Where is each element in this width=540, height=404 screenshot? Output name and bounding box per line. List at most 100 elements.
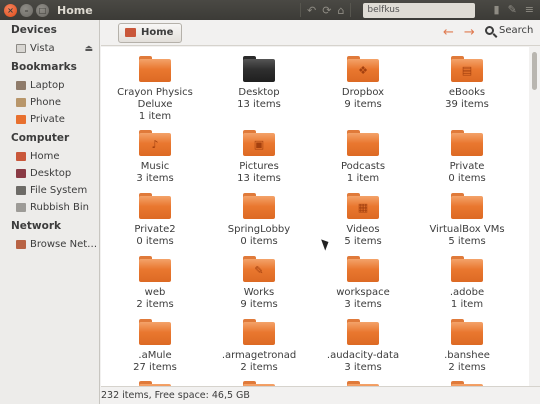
search-label: Search — [499, 25, 534, 36]
back-arrow-icon[interactable]: ← — [443, 25, 454, 40]
folder-name: VirtualBox VMs — [429, 224, 505, 235]
folder-item-count: 13 items — [237, 99, 281, 110]
status-bar: 232 items, Free space: 46,5 GB — [101, 386, 540, 404]
sidebar-item[interactable]: Phone — [0, 94, 99, 111]
home-icon[interactable]: ⌂ — [337, 4, 344, 17]
folder-icon — [139, 193, 171, 219]
folder-item[interactable]: SpringLobby 0 items — [207, 193, 311, 248]
folder-item[interactable]: Crayon Physics Deluxe 1 item — [103, 56, 207, 123]
folder-name: Videos — [346, 224, 380, 235]
folder-icon — [451, 130, 483, 156]
sidebar-item[interactable]: Home — [0, 148, 99, 165]
folder-item[interactable]: ❖ Dropbox 9 items — [311, 56, 415, 111]
folder-item-count: 1 item — [450, 299, 484, 310]
folder-name: .banshee — [444, 350, 490, 361]
sidebar-item[interactable]: Laptop — [0, 77, 99, 94]
folder-item[interactable]: Private 0 items — [415, 130, 519, 185]
folder-item-count: 5 items — [448, 236, 486, 247]
folder-name: Crayon Physics Deluxe — [117, 87, 193, 110]
folder-item[interactable]: .armagetronad 2 items — [207, 319, 311, 374]
sidebar-item[interactable]: Private — [0, 111, 99, 128]
folder-item-count: 0 items — [240, 236, 278, 247]
folder-item[interactable]: workspace 3 items — [311, 256, 415, 311]
folder-name: eBooks — [448, 87, 486, 98]
search-icon — [485, 26, 494, 35]
folder-item-count: 9 items — [344, 99, 382, 110]
folder-icon — [451, 319, 483, 345]
sidebar: Devices Vista ⏏ Bookmarks Laptop Phone Private… — [0, 20, 100, 404]
reload-icon[interactable]: ⟳ — [322, 4, 331, 17]
sidebar-item-label: Desktop — [30, 168, 72, 179]
separator — [300, 3, 301, 17]
sidebar-item[interactable]: File System — [0, 182, 99, 199]
folder-item-count: 3 items — [136, 173, 174, 184]
maximize-button[interactable]: □ — [36, 3, 49, 17]
eject-icon[interactable]: ⏏ — [84, 44, 93, 54]
folder-name: Private — [449, 161, 485, 172]
folder-item[interactable]: Desktop 13 items — [207, 56, 311, 111]
folder-icon — [451, 193, 483, 219]
folder-name: Works — [243, 287, 275, 298]
folder-item-count: 2 items — [448, 362, 486, 373]
filesystem-icon — [16, 186, 26, 195]
folder-item[interactable]: ▣ Pictures 13 items — [207, 130, 311, 185]
folder-item-count: 2 items — [240, 362, 278, 373]
folder-item[interactable]: .banshee 2 items — [415, 319, 519, 374]
folder-icon: ▣ — [243, 130, 275, 156]
folder-item[interactable]: .adobe 1 item — [415, 256, 519, 311]
nav-arrows: ← → — [443, 25, 475, 40]
folder-icon — [243, 56, 275, 82]
sidebar-item-label: Vista — [30, 43, 55, 54]
search-button[interactable]: Search — [485, 25, 533, 36]
folder-icon: ❖ — [347, 56, 379, 82]
folder-item[interactable]: web 2 items — [103, 256, 207, 311]
menu-icon[interactable]: ≡ — [525, 3, 534, 16]
folder-item-count: 39 items — [445, 99, 489, 110]
folder-item[interactable]: VirtualBox VMs 5 items — [415, 193, 519, 248]
sidebar-heading: Devices — [11, 24, 57, 36]
bookmark-icon[interactable]: ▮ — [494, 3, 500, 16]
folder-icon — [16, 115, 26, 124]
sidebar-item-label: Laptop — [30, 80, 65, 91]
forward-arrow-icon[interactable]: → — [464, 25, 475, 40]
sidebar-item-label: Browse Net… — [30, 239, 98, 250]
breadcrumb-home[interactable]: Home — [118, 22, 183, 43]
sidebar-item[interactable]: Vista ⏏ — [0, 40, 99, 57]
folder-item[interactable]: .aMule 27 items — [103, 319, 207, 374]
folder-item[interactable]: ▤ eBooks 39 items — [415, 56, 519, 111]
minimize-button[interactable]: – — [20, 3, 33, 17]
folder-item-count: 1 item — [138, 111, 172, 122]
sidebar-item-label: Home — [30, 151, 60, 162]
title-bar: × – □ Home ↶ ⟳ ⌂ belfkus ▮ ✎ ≡ — [0, 0, 540, 20]
phone-icon — [16, 98, 26, 107]
folder-item[interactable]: Private2 0 items — [103, 193, 207, 248]
sidebar-heading: Computer — [11, 132, 70, 144]
window-title: Home — [57, 3, 93, 17]
sidebar-item-label: Private — [30, 114, 65, 125]
close-button[interactable]: × — [4, 3, 17, 17]
folder-item-count: 3 items — [344, 362, 382, 373]
folder-item[interactable]: Podcasts 1 item — [311, 130, 415, 185]
folder-item-count: 1 item — [346, 173, 380, 184]
folder-name: Private2 — [134, 224, 176, 235]
folder-name: Dropbox — [341, 87, 385, 98]
folder-icon: ▦ — [347, 193, 379, 219]
scrollbar[interactable] — [529, 47, 540, 386]
folder-item[interactable]: ♪ Music 3 items — [103, 130, 207, 185]
folder-name: Desktop — [238, 87, 280, 98]
folder-name: .aMule — [138, 350, 172, 361]
sidebar-item[interactable]: Rubbish Bin — [0, 199, 99, 216]
sidebar-heading: Bookmarks — [11, 61, 77, 73]
folder-item-count: 0 items — [136, 236, 174, 247]
back-icon[interactable]: ↶ — [307, 4, 316, 17]
sidebar-item[interactable]: Browse Net… — [0, 236, 99, 253]
scrollbar-thumb[interactable] — [532, 52, 537, 90]
folder-item[interactable]: .audacity-data 3 items — [311, 319, 415, 374]
sidebar-item-label: File System — [30, 185, 88, 196]
folder-item[interactable]: ✎ Works 9 items — [207, 256, 311, 311]
edit-icon[interactable]: ✎ — [508, 3, 517, 16]
sidebar-item-label: Rubbish Bin — [30, 202, 90, 213]
sidebar-item[interactable]: Desktop — [0, 165, 99, 182]
folder-icon — [139, 319, 171, 345]
top-search-field[interactable]: belfkus — [363, 2, 476, 18]
